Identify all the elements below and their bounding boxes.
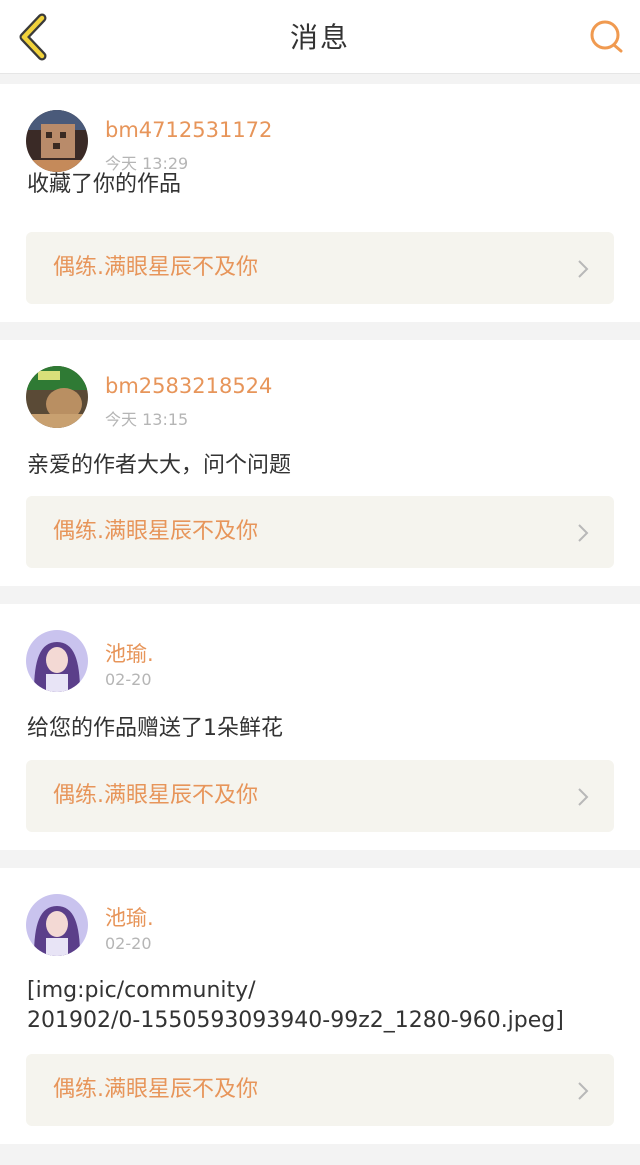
work-title: 偶练.满眼星辰不及你 xyxy=(53,1077,258,1102)
work-title: 偶练.满眼星辰不及你 xyxy=(53,255,258,280)
timestamp: 今天 13:15 xyxy=(105,410,189,429)
timestamp: 02-20 xyxy=(105,670,152,689)
work-title: 偶练.满眼星辰不及你 xyxy=(53,783,258,808)
username-link[interactable]: bm4712531172 xyxy=(105,118,272,142)
chevron-right-icon xyxy=(578,260,589,278)
work-link[interactable]: 偶练.满眼星辰不及你 xyxy=(26,496,614,568)
chevron-right-icon xyxy=(578,788,589,806)
work-link[interactable]: 偶练.满眼星辰不及你 xyxy=(26,232,614,304)
message-text-line: 201902/0-1550593093940-99z2_1280-960.jpe… xyxy=(27,1008,564,1033)
avatar[interactable] xyxy=(26,630,88,692)
message-card: 池瑜. 02-20 [img:pic/community/ 201902/0-1… xyxy=(0,868,640,1144)
avatar[interactable] xyxy=(26,110,88,172)
chevron-right-icon xyxy=(578,1082,589,1100)
page-title: 消息 xyxy=(289,21,350,54)
username-link[interactable]: bm2583218524 xyxy=(105,374,272,398)
message-card: bm4712531172 今天 13:29 收藏了你的作品 偶练.满眼星辰不及你 xyxy=(0,84,640,322)
message-text: [img:pic/community/ 201902/0-15505930939… xyxy=(27,976,613,1036)
chevron-right-icon xyxy=(578,524,589,542)
message-card: bm2583218524 今天 13:15 亲爱的作者大大，问个问题 偶练.满眼… xyxy=(0,340,640,586)
username-link[interactable]: 池瑜. xyxy=(105,902,154,932)
work-link[interactable]: 偶练.满眼星辰不及你 xyxy=(26,760,614,832)
avatar[interactable] xyxy=(26,894,88,956)
message-text: 给您的作品赠送了1朵鲜花 xyxy=(27,716,283,741)
work-link[interactable]: 偶练.满眼星辰不及你 xyxy=(26,1054,614,1126)
message-text: 收藏了你的作品 xyxy=(27,172,182,197)
search-button[interactable] xyxy=(588,18,626,56)
timestamp: 02-20 xyxy=(105,934,152,953)
work-title: 偶练.满眼星辰不及你 xyxy=(53,519,258,544)
message-text: 亲爱的作者大大，问个问题 xyxy=(27,453,292,478)
search-icon xyxy=(590,20,623,53)
top-bar: 消息 xyxy=(0,0,640,74)
message-text-line: [img:pic/community/ xyxy=(27,978,256,1003)
username-link[interactable]: 池瑜. xyxy=(105,638,154,668)
avatar[interactable] xyxy=(26,366,88,428)
message-card: 池瑜. 02-20 给您的作品赠送了1朵鲜花 偶练.满眼星辰不及你 xyxy=(0,604,640,850)
